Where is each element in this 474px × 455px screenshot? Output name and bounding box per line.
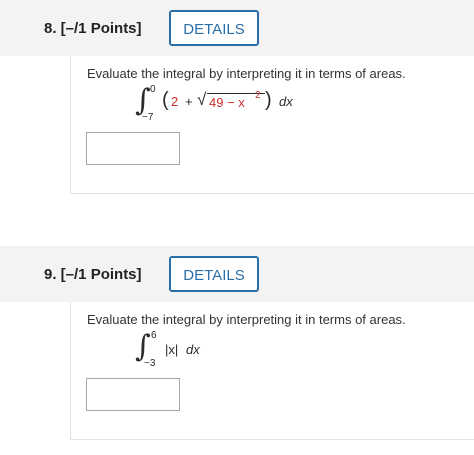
integrand: |x| xyxy=(165,342,179,357)
plus-sign: + xyxy=(185,94,193,109)
question-8-header: 8. [–/1 Points] DETAILS xyxy=(0,0,474,56)
question-8-details-button[interactable]: DETAILS xyxy=(169,10,259,46)
question-9-title: 9. [–/1 Points] xyxy=(44,266,142,283)
exponent: 2 xyxy=(255,90,261,101)
term-constant: 2 xyxy=(171,94,179,109)
open-paren: ( xyxy=(162,89,169,111)
question-8-title: 8. [–/1 Points] xyxy=(44,20,142,37)
radicand: 49 − x xyxy=(209,95,245,110)
question-9-details-button[interactable]: DETAILS xyxy=(169,256,259,292)
question-8-answer-input[interactable] xyxy=(86,132,180,165)
radical-icon: √ xyxy=(197,90,207,109)
differential: dx xyxy=(279,94,293,109)
lower-limit: −7 xyxy=(142,112,154,123)
lower-limit: −3 xyxy=(144,358,156,369)
question-8-panel: Evaluate the integral by interpreting it… xyxy=(70,56,474,194)
question-8-prompt: Evaluate the integral by interpreting it… xyxy=(87,66,406,81)
question-9-answer-input[interactable] xyxy=(86,378,180,411)
question-9-prompt: Evaluate the integral by interpreting it… xyxy=(87,312,406,327)
upper-limit: 0 xyxy=(150,84,156,95)
question-9-header: 9. [–/1 Points] DETAILS xyxy=(0,246,474,302)
upper-limit: 6 xyxy=(151,330,157,341)
question-8-integral: ∫ 0 −7 ( 2 + √ 49 − x 2 ) dx xyxy=(135,84,395,124)
differential: dx xyxy=(186,342,200,357)
question-9-integral: ∫ 6 −3 |x| dx xyxy=(135,330,335,370)
close-paren: ) xyxy=(265,89,272,111)
question-9-panel: Evaluate the integral by interpreting it… xyxy=(70,302,474,440)
